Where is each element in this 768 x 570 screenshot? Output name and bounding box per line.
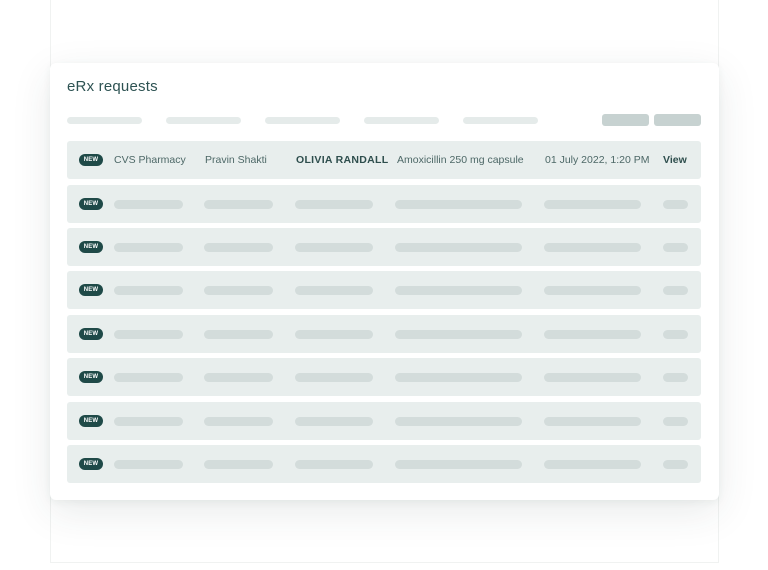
cell-skeleton — [114, 373, 183, 382]
new-badge: NEW — [79, 284, 103, 296]
cell-skeleton — [114, 286, 183, 295]
cell-skeleton — [204, 460, 273, 469]
cell-skeleton — [544, 417, 641, 426]
cell-skeleton — [114, 243, 183, 252]
table-row[interactable]: NEW — [67, 185, 701, 223]
cell-skeleton — [544, 286, 641, 295]
cell-skeleton — [663, 243, 688, 252]
new-badge: NEW — [79, 241, 103, 253]
new-badge: NEW — [79, 154, 103, 166]
cell-skeleton — [395, 373, 522, 382]
cell-skeleton — [395, 330, 522, 339]
panel-title: eRx requests — [67, 78, 158, 95]
cell-skeleton — [295, 373, 373, 382]
header-action-button[interactable] — [602, 114, 649, 126]
cell-skeleton — [663, 286, 688, 295]
table-row[interactable]: NEW — [67, 402, 701, 440]
header-skeleton — [265, 117, 340, 124]
view-link[interactable]: View — [663, 141, 687, 179]
cell-skeleton — [204, 417, 273, 426]
table-row[interactable]: NEW — [67, 315, 701, 353]
prescriber-cell: Pravin Shakti — [205, 154, 267, 166]
cell-skeleton — [544, 330, 641, 339]
cell-skeleton — [204, 243, 273, 252]
cell-skeleton — [544, 200, 641, 209]
cell-skeleton — [663, 373, 688, 382]
cell-skeleton — [295, 243, 373, 252]
datetime-cell: 01 July 2022, 1:20 PM — [545, 154, 650, 166]
new-badge: NEW — [79, 371, 103, 383]
new-badge: NEW — [79, 415, 103, 427]
table-row[interactable]: NEW — [67, 445, 701, 483]
cell-skeleton — [663, 200, 688, 209]
table-row[interactable]: NEW — [67, 358, 701, 396]
header-skeleton — [364, 117, 439, 124]
header-skeleton — [166, 117, 241, 124]
cell-skeleton — [295, 330, 373, 339]
new-badge: NEW — [79, 458, 103, 470]
cell-skeleton — [114, 200, 183, 209]
table-row[interactable]: NEW CVS Pharmacy Pravin Shakti OLIVIA RA… — [67, 141, 701, 179]
table-row[interactable]: NEW — [67, 271, 701, 309]
cell-skeleton — [395, 417, 522, 426]
cell-skeleton — [295, 200, 373, 209]
cell-skeleton — [295, 286, 373, 295]
cell-skeleton — [663, 417, 688, 426]
erx-requests-panel: eRx requests NEW CVS Pharmacy Pravin Sha… — [50, 63, 719, 500]
header-skeleton — [67, 117, 142, 124]
medication-cell: Amoxicillin 250 mg capsule — [397, 154, 524, 166]
cell-skeleton — [663, 330, 688, 339]
cell-skeleton — [544, 373, 641, 382]
cell-skeleton — [395, 286, 522, 295]
cell-skeleton — [114, 417, 183, 426]
cell-skeleton — [663, 460, 688, 469]
cell-skeleton — [544, 460, 641, 469]
cell-skeleton — [295, 417, 373, 426]
new-badge: NEW — [79, 328, 103, 340]
cell-skeleton — [395, 460, 522, 469]
table-row[interactable]: NEW — [67, 228, 701, 266]
header-skeleton — [463, 117, 538, 124]
cell-skeleton — [395, 243, 522, 252]
cell-skeleton — [204, 200, 273, 209]
cell-skeleton — [114, 460, 183, 469]
cell-skeleton — [204, 330, 273, 339]
patient-cell: OLIVIA RANDALL — [296, 154, 389, 166]
header-action-button[interactable] — [654, 114, 701, 126]
cell-skeleton — [204, 286, 273, 295]
pharmacy-cell: CVS Pharmacy — [114, 154, 186, 166]
cell-skeleton — [295, 460, 373, 469]
new-badge: NEW — [79, 198, 103, 210]
cell-skeleton — [114, 330, 183, 339]
cell-skeleton — [204, 373, 273, 382]
cell-skeleton — [544, 243, 641, 252]
cell-skeleton — [395, 200, 522, 209]
